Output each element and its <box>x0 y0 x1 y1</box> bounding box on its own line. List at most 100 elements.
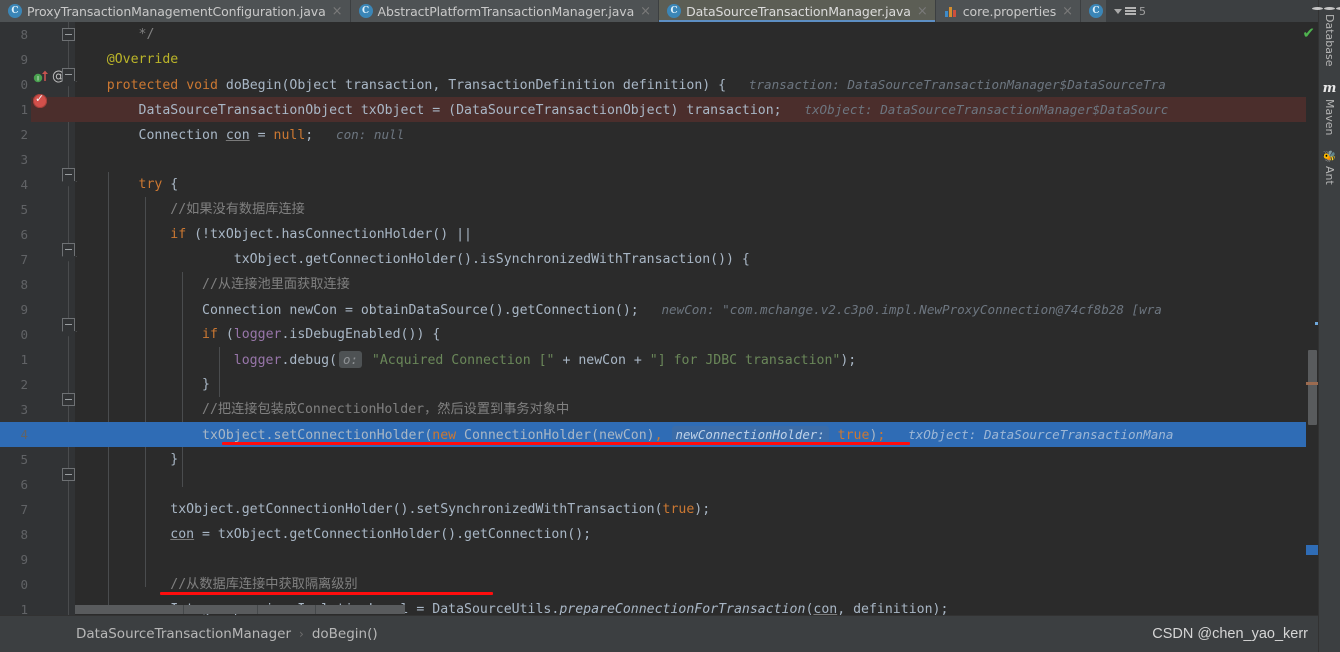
code-line[interactable]: 9 Connection newCon = obtainDataSource()… <box>0 297 1318 322</box>
code-line[interactable]: 0 if (logger.isDebugEnabled()) { <box>0 322 1318 347</box>
error-stripe-marker[interactable] <box>1306 382 1318 385</box>
verified-breakpoint-icon[interactable] <box>33 92 47 108</box>
fold-marker[interactable] <box>62 468 75 481</box>
code-token: true <box>662 502 695 517</box>
breadcrumb: DataSourceTransactionManager › doBegin() <box>76 626 378 642</box>
horizontal-scrollbar[interactable] <box>75 605 1300 614</box>
checkmark-icon[interactable]: ✔ <box>1302 26 1315 41</box>
horizontal-scrollbar-thumb[interactable] <box>75 605 405 614</box>
code-comment: */ <box>138 27 155 42</box>
code-text: try { <box>75 172 179 197</box>
code-token: } <box>75 377 210 392</box>
code-token: new <box>432 428 457 443</box>
selection-stripe-marker <box>1306 545 1318 555</box>
code-line[interactable]: 5 //如果没有数据库连接 <box>0 197 1318 222</box>
code-token: true <box>837 428 870 443</box>
code-token: logger <box>233 353 282 368</box>
line-number: 0 <box>20 577 28 592</box>
editor-tab-data-source-transaction-manager[interactable]: C DataSourceTransactionManager.java × <box>659 0 936 22</box>
code-line[interactable]: 8 */ <box>0 22 1318 47</box>
code-token: { <box>162 177 179 192</box>
tool-window-maven[interactable]: m Maven <box>1323 79 1337 138</box>
caret-stripe-marker[interactable] <box>1315 322 1318 325</box>
code-text: Connection con = null; con: null <box>75 122 405 148</box>
code-token: DataSourceTransactionObject txObject = (… <box>75 103 782 118</box>
code-text: if (logger.isDebugEnabled()) { <box>75 322 440 347</box>
code-editor[interactable]: 8 */9 @Override 0 protected void doBegin(… <box>0 22 1318 615</box>
line-number: 8 <box>20 277 28 292</box>
line-number: 3 <box>20 402 28 417</box>
code-line[interactable]: 8 con = txObject.getConnectionHolder().g… <box>0 522 1318 547</box>
editor-tab-proxy-transaction-management-configuration[interactable]: C ProxyTransactionManagementConfiguratio… <box>0 0 351 22</box>
line-number: 5 <box>20 452 28 467</box>
overriding-method-icon[interactable]: I <box>33 68 49 88</box>
inlay-hint: txObject: DataSourceTransactionMana <box>885 427 1174 442</box>
code-line[interactable]: 9 <box>0 547 1318 572</box>
tab-overflow-button[interactable]: 5 <box>1107 0 1154 22</box>
tool-window-ant[interactable]: 🐝 Ant <box>1323 148 1337 188</box>
code-comment: //把连接包装成ConnectionHolder，然后设置到事务对象中 <box>75 402 570 417</box>
vertical-scrollbar-thumb[interactable] <box>1308 350 1317 425</box>
close-icon[interactable]: × <box>331 5 344 18</box>
code-line[interactable]: 1 DataSourceTransactionObject txObject =… <box>0 97 1318 122</box>
code-line[interactable]: 7 txObject.getConnectionHolder().setSync… <box>0 497 1318 522</box>
fold-marker[interactable] <box>62 68 75 81</box>
code-line[interactable]: 6 <box>0 472 1318 497</box>
tab-label: ProxyTransactionManagementConfiguration.… <box>27 3 326 19</box>
editor-tab-abstract-platform-transaction-manager[interactable]: C AbstractPlatformTransactionManager.jav… <box>350 0 660 22</box>
line-number: 8 <box>20 527 28 542</box>
ide-window: C ProxyTransactionManagementConfiguratio… <box>0 0 1340 652</box>
code-text: logger.debug(o: "Acquired Connection [" … <box>75 347 856 373</box>
code-text: */ <box>75 22 155 47</box>
code-line[interactable]: 7 txObject.getConnectionHolder().isSynch… <box>0 247 1318 272</box>
fold-marker[interactable] <box>62 28 75 41</box>
code-line[interactable]: 3 <box>0 147 1318 172</box>
breadcrumb-method[interactable]: doBegin() <box>312 626 378 642</box>
code-line[interactable]: 4 try { <box>0 172 1318 197</box>
watermark-text: CSDN @chen_yao_kerr <box>1152 626 1308 642</box>
inlay-hint: transaction: DataSourceTransactionManage… <box>726 77 1166 92</box>
close-icon[interactable]: × <box>639 5 652 18</box>
close-icon[interactable]: × <box>916 5 929 18</box>
code-comment: //从连接池里面获取连接 <box>75 277 350 292</box>
code-line[interactable]: 2 Connection con = null; con: null <box>0 122 1318 147</box>
close-icon[interactable]: × <box>1061 5 1074 18</box>
line-number: 4 <box>20 427 28 442</box>
code-line[interactable]: 9 @Override <box>0 47 1318 72</box>
fold-marker[interactable] <box>62 243 75 256</box>
code-token: Connection newCon = obtainDataSource().g… <box>75 303 639 318</box>
code-line[interactable]: 8 //从连接池里面获取连接 <box>0 272 1318 297</box>
line-number: 9 <box>20 552 28 567</box>
line-number: 7 <box>20 502 28 517</box>
code-line[interactable]: 3 //把连接包装成ConnectionHolder，然后设置到事务对象中 <box>0 397 1318 422</box>
red-annotation-underline <box>222 442 910 445</box>
line-number: 3 <box>20 152 28 167</box>
fold-marker[interactable] <box>62 318 75 331</box>
code-token: @Override <box>106 52 179 67</box>
line-number: 9 <box>20 302 28 317</box>
editor-tab-core-properties[interactable]: core.properties × <box>935 0 1082 22</box>
code-text: //把连接包装成ConnectionHolder，然后设置到事务对象中 <box>75 397 569 422</box>
code-token: con <box>225 128 250 143</box>
code-text: //如果没有数据库连接 <box>75 197 305 222</box>
code-line[interactable]: 1 logger.debug(o: "Acquired Connection [… <box>0 347 1318 372</box>
fold-marker[interactable] <box>62 393 75 406</box>
breadcrumb-class[interactable]: DataSourceTransactionManager <box>76 626 291 642</box>
code-line[interactable]: 5 } <box>0 447 1318 472</box>
database-icon <box>1312 7 1340 10</box>
fold-marker[interactable] <box>62 168 75 181</box>
code-text: protected void doBegin(Object transactio… <box>75 72 1166 98</box>
editor-tab-partial[interactable]: C <box>1081 0 1108 22</box>
line-number: 5 <box>20 202 28 217</box>
code-line[interactable]: 2 } <box>0 372 1318 397</box>
code-token: + newCon + <box>554 353 650 368</box>
code-line[interactable]: 0 protected void doBegin(Object transact… <box>0 72 1318 97</box>
code-line[interactable]: 6 if (!txObject.hasConnectionHolder() || <box>0 222 1318 247</box>
line-number: 8 <box>20 27 28 42</box>
vertical-scrollbar[interactable] <box>1306 22 1318 615</box>
code-text: txObject.getConnectionHolder().setSynchr… <box>75 497 710 522</box>
code-token: "Acquired Connection [" <box>363 353 555 368</box>
code-content[interactable]: 8 */9 @Override 0 protected void doBegin(… <box>0 22 1318 615</box>
